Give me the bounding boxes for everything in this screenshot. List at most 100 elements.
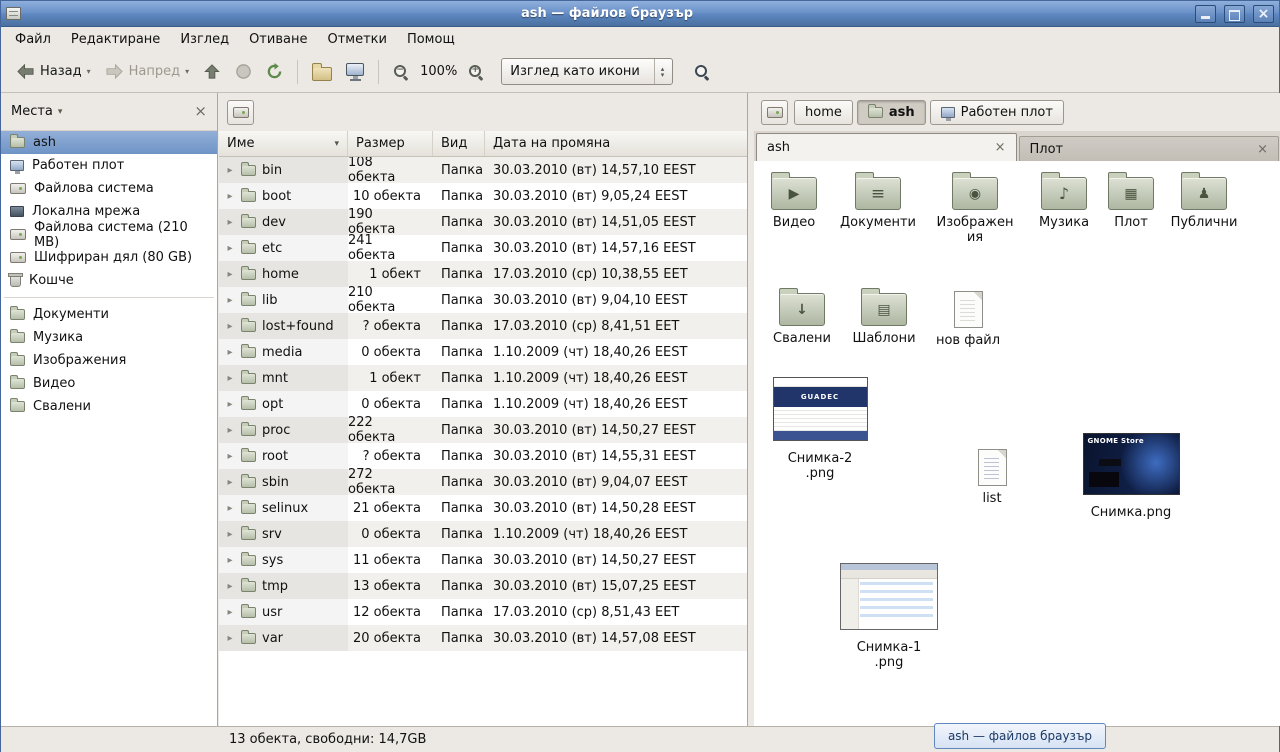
table-row[interactable]: etc 241 обекта Папка 30.03.2010 (вт) 14,… (219, 235, 747, 261)
tab[interactable]: ash (756, 133, 1017, 161)
sidebar-place-item[interactable]: Файлова система (210 MB) (1, 223, 217, 246)
menu-item[interactable]: Изглед (170, 30, 239, 49)
expander-icon[interactable] (225, 243, 235, 254)
table-row[interactable]: home 1 обект Папка 17.03.2010 (ср) 10,38… (219, 261, 747, 287)
expander-icon[interactable] (225, 217, 235, 228)
taskbar-window-button[interactable]: ash — файлов браузър (934, 723, 1106, 749)
expander-icon[interactable] (225, 581, 235, 592)
expander-icon[interactable] (225, 477, 235, 488)
tab-close-icon[interactable] (995, 140, 1006, 155)
close-button[interactable] (1253, 5, 1274, 23)
breadcrumb-button[interactable]: ash (857, 100, 926, 125)
sidebar-place-item[interactable]: ash (1, 131, 217, 154)
sidebar-bookmark-item[interactable]: Музика (1, 326, 217, 349)
home-button[interactable] (305, 58, 339, 86)
expander-icon[interactable] (225, 191, 235, 202)
menu-item[interactable]: Отметки (317, 30, 396, 49)
view-mode-select[interactable]: Изглед като икони ▴▾ (501, 58, 673, 85)
sidebar-place-item[interactable]: Работен плот (1, 154, 217, 177)
file-item-music[interactable]: Музика (1032, 171, 1096, 230)
table-row[interactable]: tmp 13 обекта Папка 30.03.2010 (вт) 15,0… (219, 573, 747, 599)
reload-button[interactable] (259, 58, 290, 85)
column-header-size[interactable]: Размер (348, 131, 433, 156)
breadcrumb-button[interactable]: Работен плот (930, 100, 1064, 125)
expander-icon[interactable] (225, 607, 235, 618)
expander-icon[interactable] (225, 269, 235, 280)
table-row[interactable]: media 0 обекта Папка 1.10.2009 (чт) 18,4… (219, 339, 747, 365)
table-row[interactable]: srv 0 обекта Папка 1.10.2009 (чт) 18,40,… (219, 521, 747, 547)
file-item-snimka-1[interactable]: Снимка-1.png (834, 563, 944, 670)
breadcrumb-button[interactable]: home (794, 100, 853, 125)
table-row[interactable]: sbin 272 обекта Папка 30.03.2010 (вт) 9,… (219, 469, 747, 495)
up-button[interactable] (196, 58, 228, 85)
expander-icon[interactable] (225, 425, 235, 436)
menu-item[interactable]: Помощ (397, 30, 465, 49)
sidebar-bookmark-item[interactable]: Изображения (1, 349, 217, 372)
stop-button[interactable] (228, 58, 259, 85)
sidebar-place-item[interactable]: Файлова система (1, 177, 217, 200)
sidebar-bookmark-item[interactable]: Видео (1, 372, 217, 395)
expander-icon[interactable] (225, 165, 235, 176)
table-row[interactable]: bin 108 обекта Папка 30.03.2010 (вт) 14,… (219, 157, 747, 183)
file-item-downloads[interactable]: Свалени (766, 287, 838, 346)
table-row[interactable]: sys 11 обекта Папка 30.03.2010 (вт) 14,5… (219, 547, 747, 573)
menu-item[interactable]: Отиване (239, 30, 317, 49)
menu-item[interactable]: Файл (5, 30, 61, 49)
sidebar-title[interactable]: Места (11, 104, 53, 119)
column-header-date[interactable]: Дата на промяна (485, 131, 747, 156)
icon-view-canvas[interactable]: Видео Документи Изображения Музика Плот … (754, 161, 1280, 726)
expander-icon[interactable] (225, 451, 235, 462)
tab[interactable]: Плот (1019, 136, 1280, 161)
file-item-video[interactable]: Видео (762, 171, 826, 230)
table-row[interactable]: root ? обекта Папка 30.03.2010 (вт) 14,5… (219, 443, 747, 469)
titlebar[interactable]: ash — файлов браузър (1, 1, 1279, 27)
column-header-name[interactable]: Име (219, 131, 348, 156)
zoom-out-button[interactable] (386, 59, 416, 85)
pane-location-button[interactable] (227, 100, 254, 125)
table-row[interactable]: lost+found ? обекта Папка 17.03.2010 (ср… (219, 313, 747, 339)
table-row[interactable]: var 20 обекта Папка 30.03.2010 (вт) 14,5… (219, 625, 747, 651)
column-header-type[interactable]: Вид (433, 131, 485, 156)
table-row[interactable]: dev 190 обекта Папка 30.03.2010 (вт) 14,… (219, 209, 747, 235)
menu-item[interactable]: Редактиране (61, 30, 170, 49)
table-row[interactable]: lib 210 обекта Папка 30.03.2010 (вт) 9,0… (219, 287, 747, 313)
computer-button[interactable] (339, 58, 371, 85)
file-item-snimka[interactable]: GNOME Store Снимка.png (1076, 433, 1186, 520)
sidebar-bookmark-item[interactable]: Документи (1, 303, 217, 326)
expander-icon[interactable] (225, 347, 235, 358)
file-item-list[interactable]: list (960, 447, 1024, 506)
expander-icon[interactable] (225, 295, 235, 306)
expander-icon[interactable] (225, 321, 235, 332)
file-item-templates[interactable]: Шаблони (848, 287, 920, 346)
table-row[interactable]: opt 0 обекта Папка 1.10.2009 (чт) 18,40,… (219, 391, 747, 417)
file-item-documents[interactable]: Документи (840, 171, 916, 230)
zoom-in-button[interactable] (461, 59, 491, 85)
forward-button[interactable]: Напред (98, 58, 197, 85)
file-item-snimka-2[interactable]: GUADEC Снимка-2.png (770, 377, 870, 481)
sidebar-place-item[interactable]: Кошче (1, 269, 217, 292)
table-row[interactable]: boot 10 обекта Папка 30.03.2010 (вт) 9,0… (219, 183, 747, 209)
tab-close-icon[interactable] (1257, 142, 1268, 157)
minimize-button[interactable] (1195, 5, 1216, 23)
expander-icon[interactable] (225, 503, 235, 514)
expander-icon[interactable] (225, 529, 235, 540)
file-item-public[interactable]: Публични (1168, 171, 1240, 230)
file-item-images[interactable]: Изображения (934, 171, 1016, 245)
close-sidebar-button[interactable] (194, 104, 207, 119)
table-row[interactable]: mnt 1 обект Папка 1.10.2009 (чт) 18,40,2… (219, 365, 747, 391)
table-row[interactable]: selinux 21 обекта Папка 30.03.2010 (вт) … (219, 495, 747, 521)
expander-icon[interactable] (225, 555, 235, 566)
table-row[interactable]: proc 222 обекта Папка 30.03.2010 (вт) 14… (219, 417, 747, 443)
sidebar-place-item[interactable]: Шифриран дял (80 GB) (1, 246, 217, 269)
expander-icon[interactable] (225, 373, 235, 384)
maximize-button[interactable] (1224, 5, 1245, 23)
table-row[interactable]: usr 12 обекта Папка 17.03.2010 (ср) 8,51… (219, 599, 747, 625)
search-button[interactable] (687, 59, 717, 85)
expander-icon[interactable] (225, 633, 235, 644)
expander-icon[interactable] (225, 399, 235, 410)
sidebar-bookmark-item[interactable]: Свалени (1, 395, 217, 418)
file-item-desktop[interactable]: Плот (1102, 171, 1160, 230)
back-button[interactable]: Назад (9, 58, 98, 85)
breadcrumb-root-button[interactable] (761, 100, 788, 125)
file-item-new-file[interactable]: нов файл (932, 289, 1004, 348)
